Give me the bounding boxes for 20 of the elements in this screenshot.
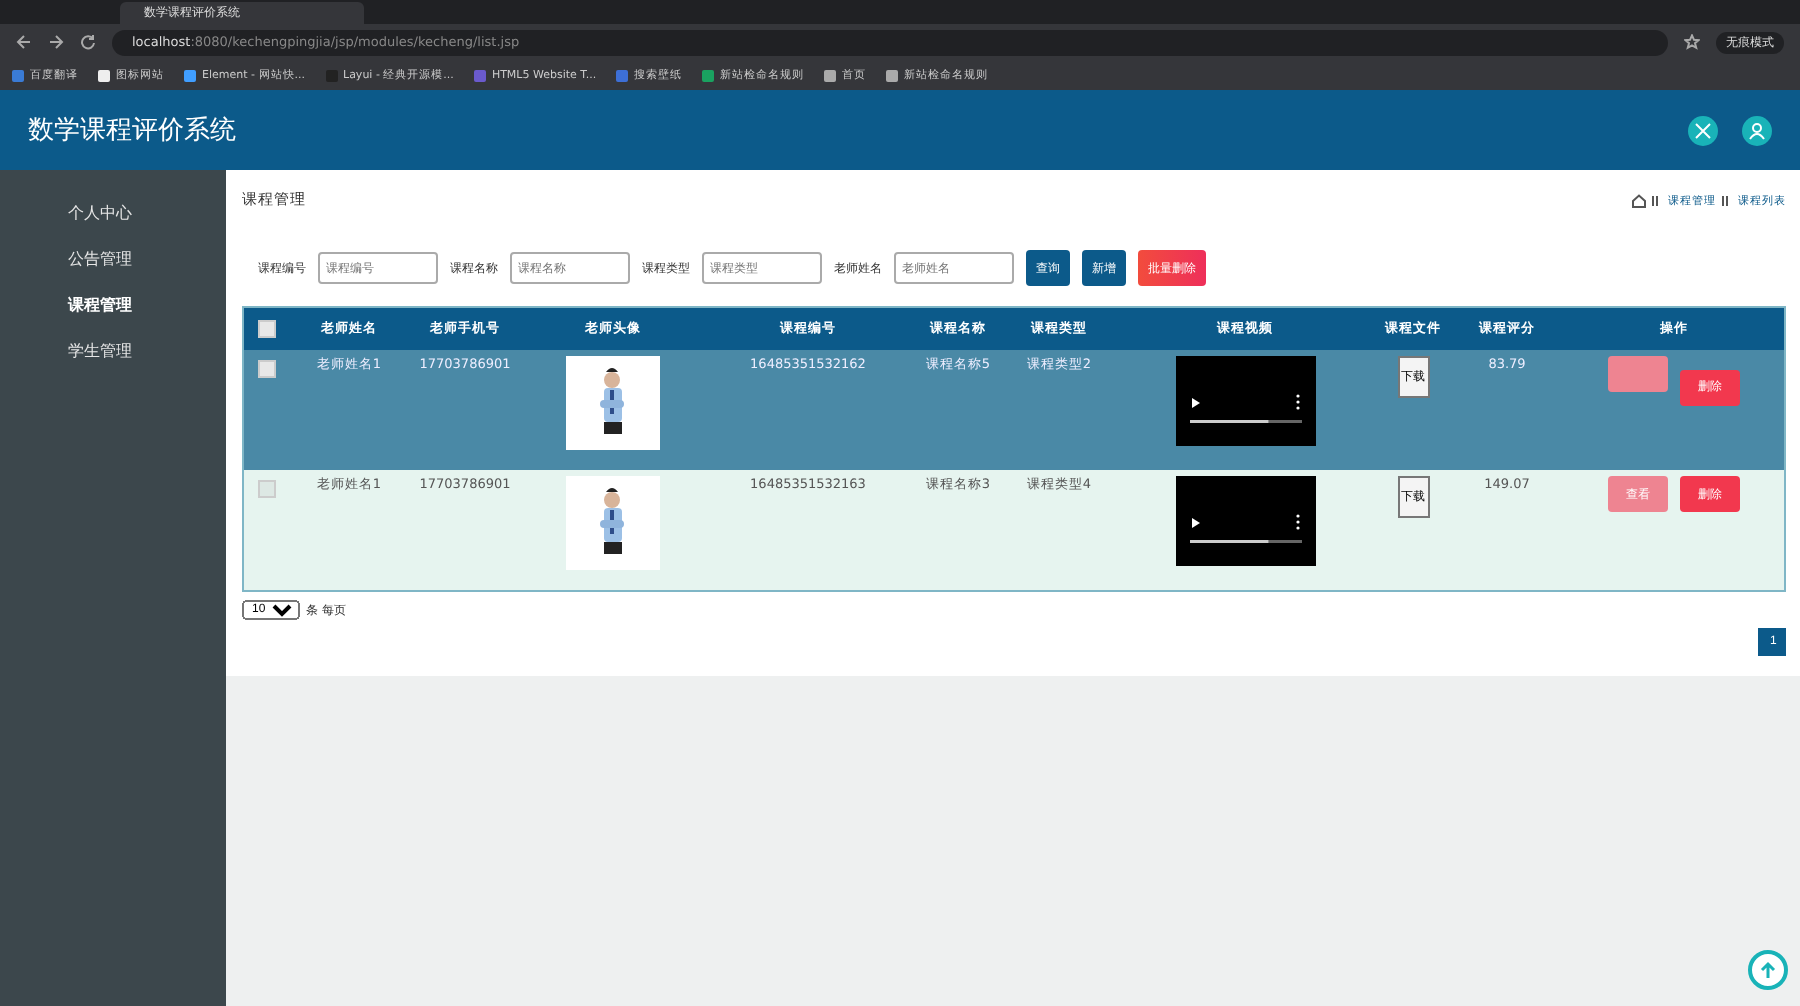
reload-icon[interactable] bbox=[80, 34, 96, 50]
sidebar-item[interactable]: 公告管理 bbox=[0, 236, 226, 282]
sidebar-item[interactable]: 个人中心 bbox=[0, 190, 226, 236]
scroll-top-button[interactable] bbox=[1748, 950, 1788, 990]
checkbox[interactable] bbox=[258, 360, 277, 378]
video-player[interactable] bbox=[1175, 476, 1315, 566]
app-title: 数学课程评价系统 bbox=[28, 114, 236, 148]
arrow-up-icon bbox=[1758, 960, 1778, 980]
back-icon[interactable] bbox=[16, 34, 32, 50]
home-icon[interactable] bbox=[1632, 193, 1646, 207]
forward-icon[interactable] bbox=[48, 34, 64, 50]
checkbox[interactable] bbox=[258, 480, 277, 498]
video-player[interactable] bbox=[1175, 356, 1315, 446]
sidebar-item[interactable]: 课程管理 bbox=[0, 282, 226, 328]
user-icon[interactable] bbox=[1742, 115, 1772, 145]
checkbox[interactable] bbox=[258, 320, 277, 338]
star-icon[interactable] bbox=[1684, 34, 1700, 50]
sidebar-item[interactable]: 学生管理 bbox=[0, 328, 226, 374]
play-icon[interactable] bbox=[1191, 398, 1199, 408]
play-icon[interactable] bbox=[1191, 518, 1199, 528]
